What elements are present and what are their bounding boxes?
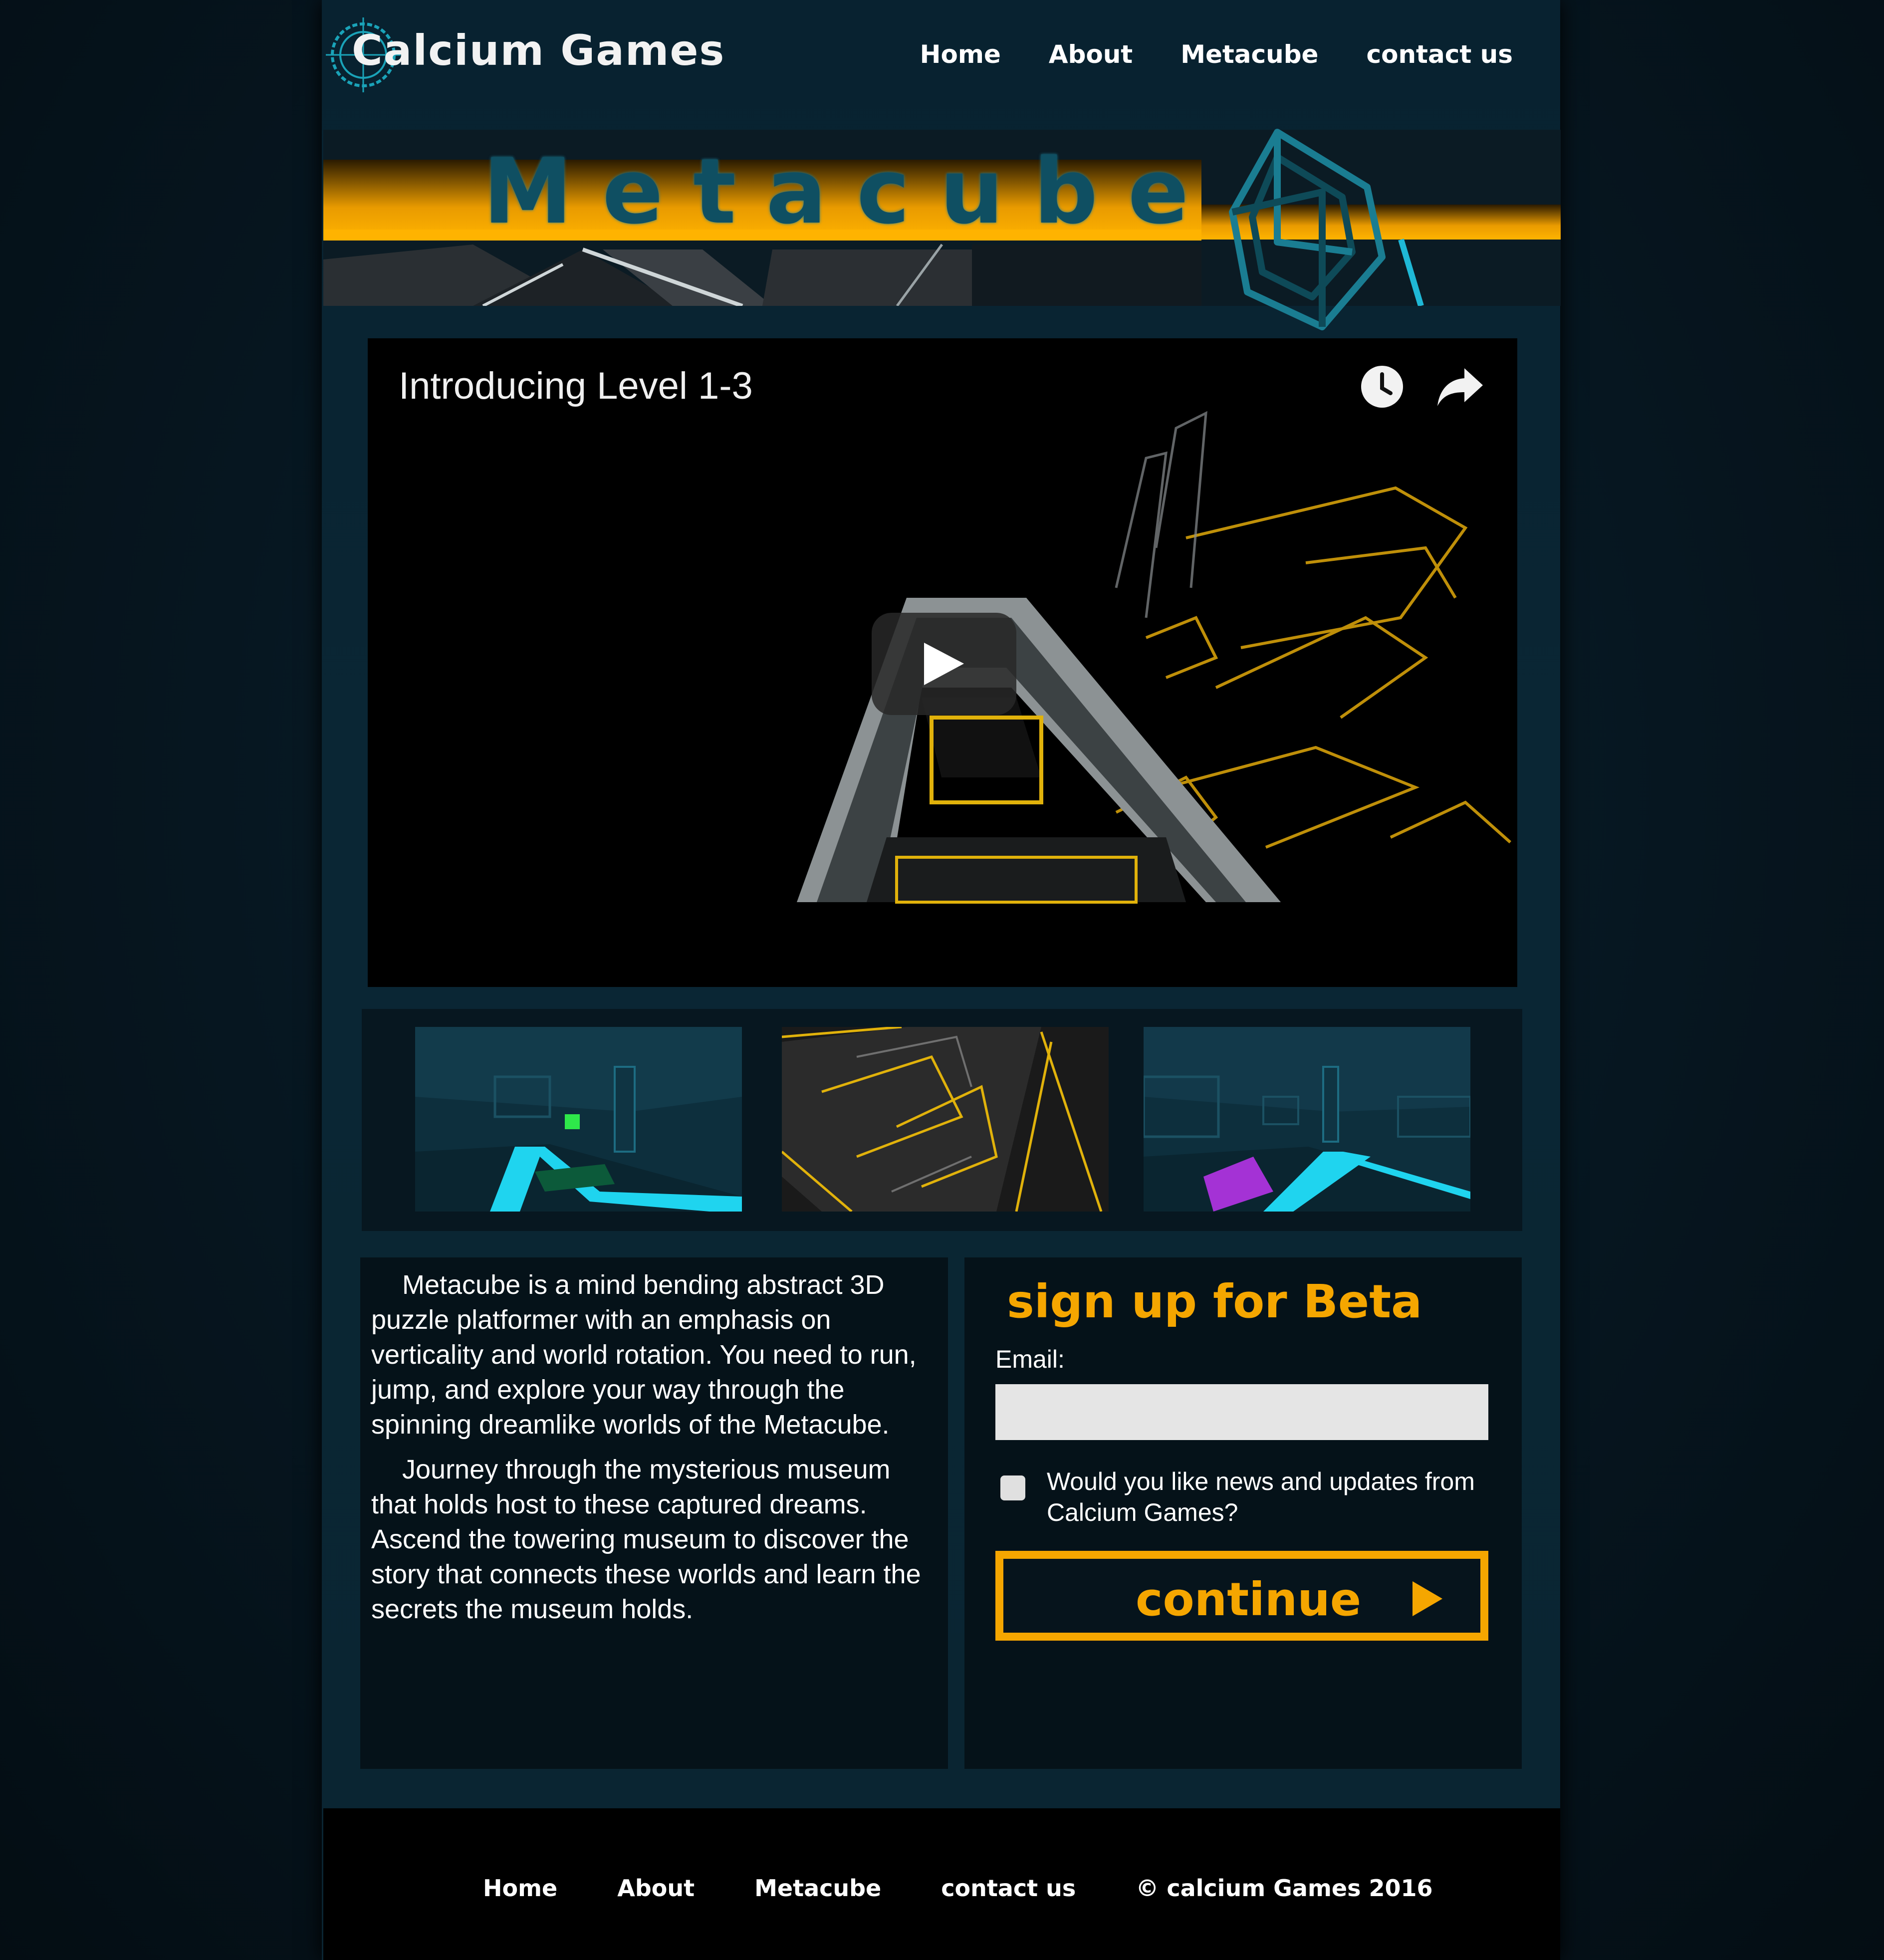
- continue-button[interactable]: continue: [995, 1551, 1488, 1641]
- nav-contact[interactable]: contact us: [1366, 40, 1513, 69]
- news-updates-label: Would you like news and updates from Cal…: [1047, 1468, 1475, 1526]
- copyright-text: © calcium Games 2016: [1136, 1875, 1433, 1902]
- nav-metacube[interactable]: Metacube: [1180, 40, 1318, 69]
- email-label: Email:: [995, 1345, 1065, 1373]
- main-nav: Home About Metacube contact us: [920, 40, 1513, 69]
- share-icon[interactable]: [1435, 364, 1485, 409]
- news-updates-checkbox[interactable]: [1000, 1475, 1025, 1500]
- brand-logo[interactable]: Calcium Games: [352, 26, 725, 75]
- gallery-thumbnail-2[interactable]: [782, 1027, 1109, 1212]
- nav-home[interactable]: Home: [920, 40, 1001, 69]
- description-paragraph: Journey through the mysterious museum th…: [371, 1455, 921, 1624]
- metacube-hex-icon: [1229, 129, 1386, 330]
- banner-title: Metacube: [483, 140, 1219, 244]
- screenshot-gallery: [362, 1009, 1522, 1231]
- game-description: Metacube is a mind bending abstract 3D p…: [360, 1257, 948, 1769]
- video-title: Introducing Level 1-3: [399, 365, 753, 407]
- beta-signup-panel: sign up for Beta Email: Would you like n…: [964, 1257, 1522, 1769]
- signup-title: sign up for Beta: [1007, 1275, 1422, 1328]
- footer-link-metacube[interactable]: Metacube: [754, 1875, 881, 1902]
- continue-label: continue: [1136, 1573, 1362, 1626]
- watch-later-icon[interactable]: [1360, 364, 1405, 409]
- footer-link-contact[interactable]: contact us: [941, 1875, 1076, 1902]
- footer-link-home[interactable]: Home: [483, 1875, 557, 1902]
- site-footer: Home About Metacube contact us © calcium…: [323, 1808, 1560, 1960]
- gallery-thumbnail-1[interactable]: [415, 1027, 742, 1212]
- gallery-thumbnail-3[interactable]: [1144, 1027, 1470, 1212]
- footer-link-about[interactable]: About: [617, 1875, 695, 1902]
- play-arrow-icon: [1413, 1581, 1442, 1616]
- footer-nav: Home About Metacube contact us © calcium…: [483, 1875, 1433, 1902]
- nav-about[interactable]: About: [1049, 40, 1133, 69]
- play-button[interactable]: [872, 613, 1016, 715]
- video-player[interactable]: Introducing Level 1-3: [368, 338, 1517, 987]
- page-container: Calcium Games Home About Metacube contac…: [322, 0, 1561, 1960]
- email-field[interactable]: [995, 1384, 1488, 1440]
- site-header: Calcium Games Home About Metacube contac…: [322, 0, 1560, 120]
- play-icon: [924, 643, 964, 685]
- description-paragraph: Metacube is a mind bending abstract 3D p…: [371, 1270, 917, 1440]
